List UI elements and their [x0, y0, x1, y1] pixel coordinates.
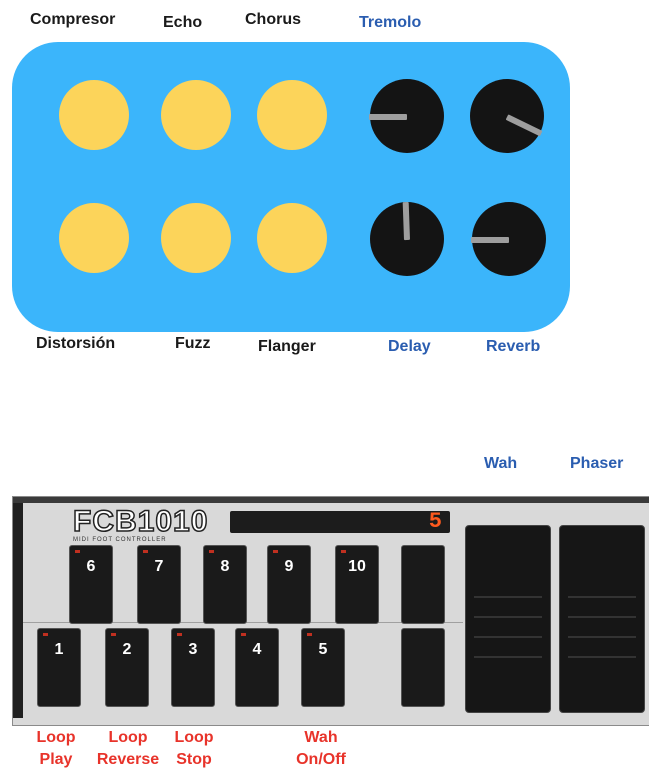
- footswitch-number: 5: [318, 641, 328, 658]
- fcb-logo: FCB1010: [72, 504, 209, 539]
- footswitch-9[interactable]: 9: [267, 545, 311, 624]
- label-loop-reverse-line2: Reverse: [96, 751, 160, 768]
- label-wah-onoff-line1: Wah: [304, 729, 338, 746]
- pedal-ridge: [568, 596, 636, 598]
- distorsion-button[interactable]: [59, 203, 129, 273]
- footswitch-led: [273, 550, 278, 553]
- footswitch-led: [43, 633, 48, 636]
- footswitch-number: 7: [154, 558, 164, 575]
- pedal-ridge: [474, 616, 542, 618]
- label-wah-onoff-line2: On/Off: [296, 751, 346, 768]
- footswitch-led: [341, 550, 346, 553]
- footswitch-number: 8: [220, 558, 230, 575]
- footswitch-number: 4: [252, 641, 262, 658]
- compresor-button[interactable]: [59, 80, 129, 150]
- footswitch-led: [75, 550, 80, 553]
- expression-pedal-phaser[interactable]: [559, 525, 645, 713]
- fuzz-button[interactable]: [161, 203, 231, 273]
- footswitch-led: [241, 633, 246, 636]
- footswitch-led: [111, 633, 116, 636]
- label-reverb: Reverb: [486, 338, 541, 355]
- label-loop-stop-line1: Loop: [174, 729, 214, 746]
- footswitch-6[interactable]: 6: [69, 545, 113, 624]
- footswitch-led: [177, 633, 182, 636]
- footswitch-4[interactable]: 4: [235, 628, 279, 707]
- footswitch-led: [307, 633, 312, 636]
- tremolo-knob-2[interactable]: [470, 79, 544, 153]
- footswitch-1[interactable]: 1: [37, 628, 81, 707]
- fcb1010-controller: FCB1010 MIDI FOOT CONTROLLER 5 6 7 8 9 1…: [12, 496, 649, 726]
- footswitch-number: 1: [54, 641, 64, 658]
- label-loop-reverse-line1: Loop: [108, 729, 148, 746]
- fcb-display-digit: 5: [428, 509, 442, 534]
- label-loop-play-line2: Play: [39, 751, 73, 768]
- footswitch-10[interactable]: 10: [335, 545, 379, 624]
- label-loop-stop: Loop Stop: [168, 727, 220, 771]
- footswitch-7[interactable]: 7: [137, 545, 181, 624]
- footswitch-number: 6: [86, 558, 96, 575]
- fcb-left-edge: [13, 503, 23, 718]
- footswitch-2[interactable]: 2: [105, 628, 149, 707]
- label-compresor: Compresor: [30, 11, 116, 28]
- footswitch-3[interactable]: 3: [171, 628, 215, 707]
- pedal-ridge: [568, 656, 636, 658]
- tremolo-knob-pointer: [369, 114, 407, 120]
- reverb-knob[interactable]: [471, 202, 546, 276]
- footswitch-number: 9: [284, 558, 294, 575]
- pedal-ridge: [474, 656, 542, 658]
- label-loop-play: Loop Play: [30, 727, 82, 771]
- delay-knob[interactable]: [370, 201, 444, 276]
- fcb-display: 5: [230, 509, 450, 534]
- flanger-button[interactable]: [257, 203, 327, 273]
- reverb-knob-pointer: [471, 237, 509, 243]
- label-fuzz: Fuzz: [175, 335, 211, 352]
- footswitch-led: [143, 550, 148, 553]
- footswitch-number: 10: [348, 558, 366, 575]
- tremolo-knob-2-pointer: [505, 114, 543, 137]
- footswitch-number: 2: [122, 641, 132, 658]
- pedal-ridge: [568, 636, 636, 638]
- footswitch-8[interactable]: 8: [203, 545, 247, 624]
- label-distorsion: Distorsión: [36, 335, 116, 352]
- expression-pedal-wah[interactable]: [465, 525, 551, 713]
- footswitch-led: [209, 550, 214, 553]
- pedal-ridge: [474, 636, 542, 638]
- footswitch-down[interactable]: [401, 628, 445, 707]
- label-chorus: Chorus: [245, 11, 301, 28]
- label-phaser: Phaser: [570, 455, 624, 472]
- label-wah: Wah: [484, 455, 518, 472]
- chorus-button[interactable]: [257, 80, 327, 150]
- footswitch-number: 3: [188, 641, 198, 658]
- label-loop-stop-line2: Stop: [176, 751, 212, 768]
- label-echo: Echo: [163, 14, 203, 31]
- label-loop-play-line1: Loop: [36, 729, 76, 746]
- fcb-subtitle: MIDI FOOT CONTROLLER: [73, 537, 167, 543]
- label-loop-reverse: Loop Reverse: [88, 727, 168, 771]
- footswitch-up[interactable]: [401, 545, 445, 624]
- tremolo-knob[interactable]: [369, 79, 444, 153]
- label-wah-onoff: Wah On/Off: [290, 727, 352, 771]
- echo-button[interactable]: [161, 80, 231, 150]
- label-delay: Delay: [388, 338, 431, 355]
- label-tremolo: Tremolo: [359, 14, 422, 31]
- effects-panel: [12, 42, 570, 332]
- fcb-top-edge: [13, 497, 649, 503]
- footswitch-5[interactable]: 5: [301, 628, 345, 707]
- label-flanger: Flanger: [258, 338, 316, 355]
- pedal-ridge: [474, 596, 542, 598]
- pedal-ridge: [568, 616, 636, 618]
- delay-knob-pointer: [402, 201, 410, 241]
